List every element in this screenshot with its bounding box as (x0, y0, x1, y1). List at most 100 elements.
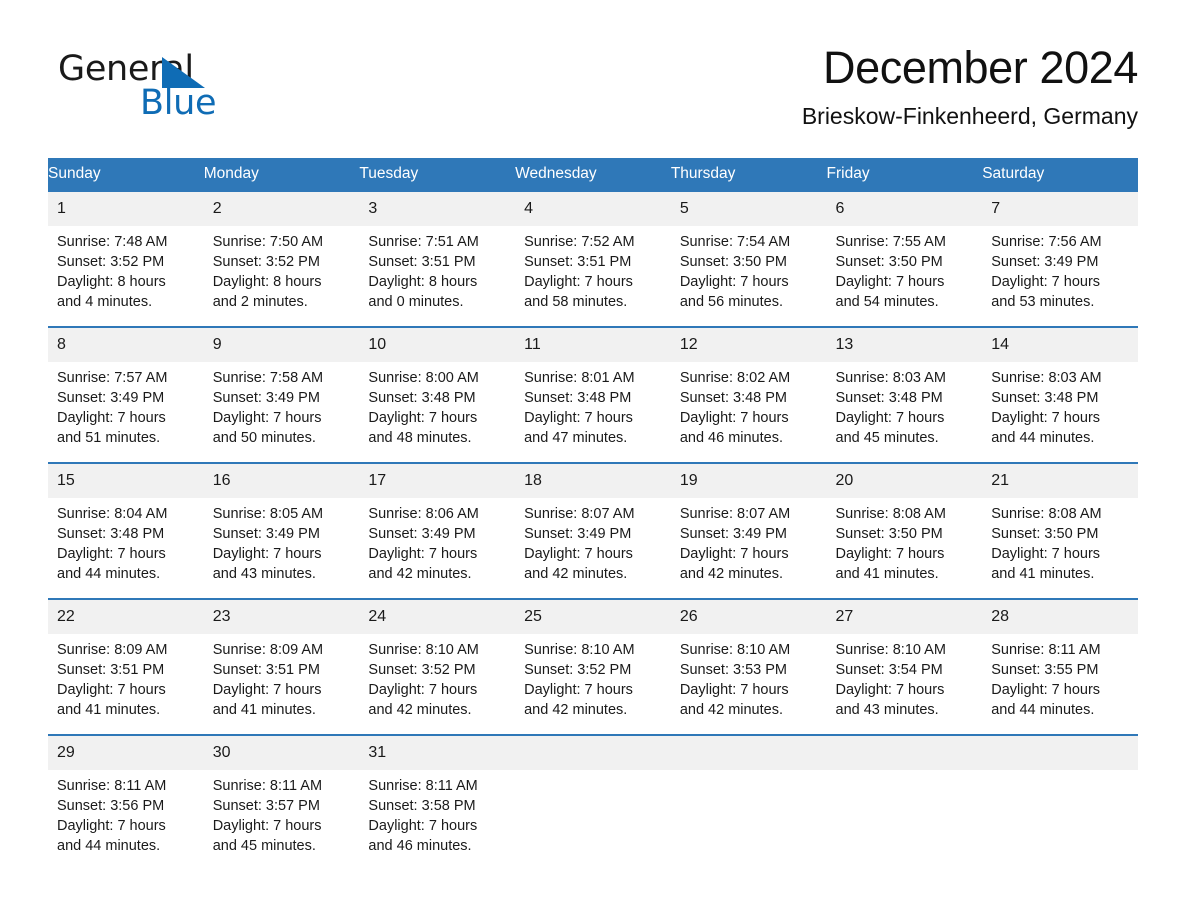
day-number-cell[interactable]: 6 (826, 192, 983, 226)
day-number-cell[interactable]: 13 (826, 328, 983, 362)
daylight-text-line1: Daylight: 8 hours (57, 274, 166, 290)
daylight-text-line2: and 42 minutes. (368, 566, 472, 582)
day-number-cell[interactable]: 22 (48, 600, 204, 634)
day-detail-cell: Sunrise: 8:11 AM Sunset: 3:56 PM Daylight:… (48, 770, 204, 870)
sunset-text: Sunset: 3:48 PM (679, 390, 788, 406)
day-detail-cell: Sunrise: 8:07 AM Sunset: 3:49 PM Daylight:… (515, 498, 671, 598)
daylight-text-line2: and 41 minutes. (835, 566, 939, 582)
day-detail-cell: Sunrise: 8:10 AM Sunset: 3:54 PM Daylight:… (826, 634, 983, 734)
day-detail-cell: Sunrise: 8:09 AM Sunset: 3:51 PM Daylight:… (48, 634, 204, 734)
location-subtitle: Brieskow-Finkenheerd, Germany (801, 103, 1138, 129)
day-detail-cell: Sunrise: 8:09 AM Sunset: 3:51 PM Daylight:… (203, 634, 360, 734)
day-number-cell[interactable]: 30 (203, 736, 360, 770)
day-number-cell[interactable]: 27 (826, 600, 983, 634)
day-number-cell[interactable]: 16 (203, 464, 360, 498)
sunset-text: Sunset: 3:52 PM (368, 662, 476, 678)
sunset-text: Sunset: 3:48 PM (991, 390, 1099, 406)
day-number-cell[interactable]: 18 (515, 464, 671, 498)
sunrise-text: Sunrise: 8:02 AM (679, 370, 791, 386)
day-number-cell[interactable]: 31 (359, 736, 516, 770)
day-detail-cell: Sunrise: 8:11 AM Sunset: 3:55 PM Daylight:… (982, 634, 1138, 734)
daylight-text-line1: Daylight: 7 hours (212, 818, 322, 834)
sunset-text: Sunset: 3:49 PM (368, 526, 476, 542)
daylight-text-line1: Daylight: 7 hours (524, 274, 633, 290)
day-detail-cell: Sunrise: 8:03 AM Sunset: 3:48 PM Daylight:… (826, 362, 983, 462)
sunrise-text: Sunrise: 8:03 AM (835, 370, 946, 386)
day-number-cell[interactable]: 2 (203, 192, 360, 226)
day-detail-cell: Sunrise: 7:54 AM Sunset: 3:50 PM Daylight:… (670, 226, 827, 326)
daylight-text-line1: Daylight: 7 hours (679, 274, 789, 290)
sunrise-text: Sunrise: 8:08 AM (835, 506, 946, 522)
sunset-text: Sunset: 3:54 PM (835, 662, 943, 678)
day-number-cell[interactable]: 29 (48, 736, 204, 770)
week-daynumber-row: 8 9 10 11 12 13 14 (48, 328, 1138, 362)
day-detail-cell: Sunrise: 8:01 AM Sunset: 3:48 PM Daylight:… (515, 362, 671, 462)
sunset-text: Sunset: 3:52 PM (524, 662, 632, 678)
day-number-cell[interactable]: 11 (515, 328, 671, 362)
day-number-cell[interactable]: 8 (48, 328, 204, 362)
daylight-text-line2: and 48 minutes. (368, 430, 472, 446)
sunset-text: Sunset: 3:57 PM (212, 798, 320, 814)
day-detail-cell: Sunrise: 7:50 AM Sunset: 3:52 PM Daylight:… (203, 226, 360, 326)
daylight-text-line2: and 4 minutes. (57, 294, 153, 310)
sunset-text: Sunset: 3:50 PM (991, 526, 1099, 542)
sunrise-text: Sunrise: 8:07 AM (679, 506, 791, 522)
week-daynumber-row: 29 30 31 (48, 736, 1138, 770)
day-number-cell[interactable]: 21 (982, 464, 1138, 498)
day-detail-cell: Sunrise: 8:05 AM Sunset: 3:49 PM Daylight:… (203, 498, 360, 598)
daylight-text-line2: and 42 minutes. (679, 702, 783, 718)
daylight-text-line2: and 42 minutes. (524, 702, 628, 718)
daylight-text-line1: Daylight: 7 hours (57, 546, 166, 562)
calendar-header-row: Sunday Monday Tuesday Wednesday Thursday… (48, 158, 1138, 190)
daylight-text-line1: Daylight: 7 hours (524, 546, 633, 562)
day-number-cell[interactable]: 28 (982, 600, 1138, 634)
daylight-text-line1: Daylight: 7 hours (835, 410, 945, 426)
day-number-cell[interactable]: 4 (515, 192, 671, 226)
sunrise-text: Sunrise: 7:52 AM (524, 234, 635, 250)
daylight-text-line1: Daylight: 7 hours (679, 546, 789, 562)
day-number-cell[interactable]: 26 (670, 600, 827, 634)
daylight-text-line1: Daylight: 7 hours (57, 410, 166, 426)
sunrise-text: Sunrise: 7:55 AM (835, 234, 946, 250)
daylight-text-line1: Daylight: 7 hours (368, 682, 478, 698)
day-number-cell[interactable]: 19 (670, 464, 827, 498)
weekday-header-monday: Monday (203, 158, 360, 190)
day-number-cell[interactable]: 14 (982, 328, 1138, 362)
daylight-text-line1: Daylight: 7 hours (212, 546, 322, 562)
day-number-cell[interactable]: 3 (359, 192, 516, 226)
day-number-cell[interactable]: 7 (982, 192, 1138, 226)
daylight-text-line2: and 41 minutes. (57, 702, 161, 718)
day-number-cell[interactable]: 1 (48, 192, 204, 226)
day-number-cell[interactable]: 9 (203, 328, 360, 362)
daylight-text-line2: and 42 minutes. (524, 566, 628, 582)
week-daynumber-row: 1234567 (48, 192, 1138, 226)
day-number-cell[interactable]: 17 (359, 464, 516, 498)
daylight-text-line2: and 41 minutes. (212, 702, 316, 718)
daylight-text-line1: Daylight: 7 hours (57, 818, 166, 834)
sunset-text: Sunset: 3:50 PM (835, 254, 943, 270)
day-number-cell[interactable]: 23 (203, 600, 360, 634)
daylight-text-line2: and 44 minutes. (991, 702, 1095, 718)
weekday-header-friday: Friday (826, 158, 983, 190)
week-detail-row: Sunrise: 7:48 AM Sunset: 3:52 PM Daylight:… (48, 226, 1138, 326)
sunrise-text: Sunrise: 8:11 AM (991, 642, 1101, 658)
day-number-cell[interactable]: 15 (48, 464, 204, 498)
general-blue-logo[interactable]: General Blue (58, 50, 288, 130)
daylight-text-line1: Daylight: 7 hours (368, 818, 478, 834)
daylight-text-line1: Daylight: 7 hours (524, 410, 633, 426)
daylight-text-line2: and 54 minutes. (835, 294, 939, 310)
sunrise-text: Sunrise: 7:50 AM (212, 234, 324, 250)
day-number-cell[interactable]: 10 (359, 328, 516, 362)
sunrise-text: Sunrise: 8:10 AM (679, 642, 791, 658)
sunset-text: Sunset: 3:58 PM (368, 798, 476, 814)
day-number-cell[interactable]: 24 (359, 600, 516, 634)
day-number-cell[interactable]: 5 (670, 192, 827, 226)
day-detail-cell: Sunrise: 7:57 AM Sunset: 3:49 PM Daylight:… (48, 362, 204, 462)
sunset-text: Sunset: 3:53 PM (679, 662, 788, 678)
daylight-text-line1: Daylight: 7 hours (679, 410, 789, 426)
day-number-cell[interactable]: 20 (826, 464, 983, 498)
logo-text-blue: Blue (140, 83, 217, 123)
sunrise-text: Sunrise: 8:05 AM (212, 506, 324, 522)
day-number-cell[interactable]: 25 (515, 600, 671, 634)
day-number-cell[interactable]: 12 (670, 328, 827, 362)
